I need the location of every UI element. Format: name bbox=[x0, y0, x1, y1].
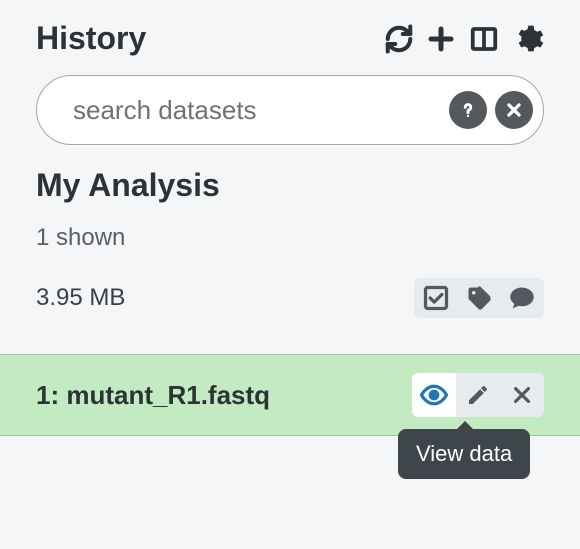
delete-button[interactable] bbox=[500, 373, 544, 417]
comment-icon[interactable] bbox=[508, 284, 536, 312]
size-row: 3.95 MB bbox=[36, 278, 544, 318]
dataset-actions: View data bbox=[412, 373, 544, 417]
clear-search-icon[interactable] bbox=[495, 91, 533, 129]
plus-icon[interactable] bbox=[426, 24, 456, 54]
history-size: 3.95 MB bbox=[36, 284, 125, 312]
history-name[interactable]: My Analysis bbox=[36, 167, 544, 204]
checkbox-icon[interactable] bbox=[422, 284, 450, 312]
panel-title: History bbox=[36, 20, 146, 57]
header-actions bbox=[384, 23, 544, 55]
view-button[interactable] bbox=[412, 373, 456, 417]
tooltip: View data bbox=[398, 429, 530, 479]
refresh-icon[interactable] bbox=[384, 24, 414, 54]
help-icon[interactable] bbox=[449, 91, 487, 129]
panel-header: History bbox=[36, 20, 544, 57]
dataset-label: 1: mutant_R1.fastq bbox=[36, 380, 270, 411]
search-bar bbox=[36, 75, 544, 145]
history-meta-actions bbox=[414, 278, 544, 318]
history-panel: History My Analysis 1 shown 3.95 MB bbox=[0, 0, 580, 436]
tags-icon[interactable] bbox=[464, 284, 494, 312]
gear-icon[interactable] bbox=[512, 23, 544, 55]
dataset-item[interactable]: 1: mutant_R1.fastq View data bbox=[0, 354, 580, 436]
edit-button[interactable] bbox=[456, 373, 500, 417]
search-input[interactable] bbox=[71, 94, 441, 127]
shown-count: 1 shown bbox=[36, 224, 544, 252]
columns-icon[interactable] bbox=[468, 24, 500, 54]
